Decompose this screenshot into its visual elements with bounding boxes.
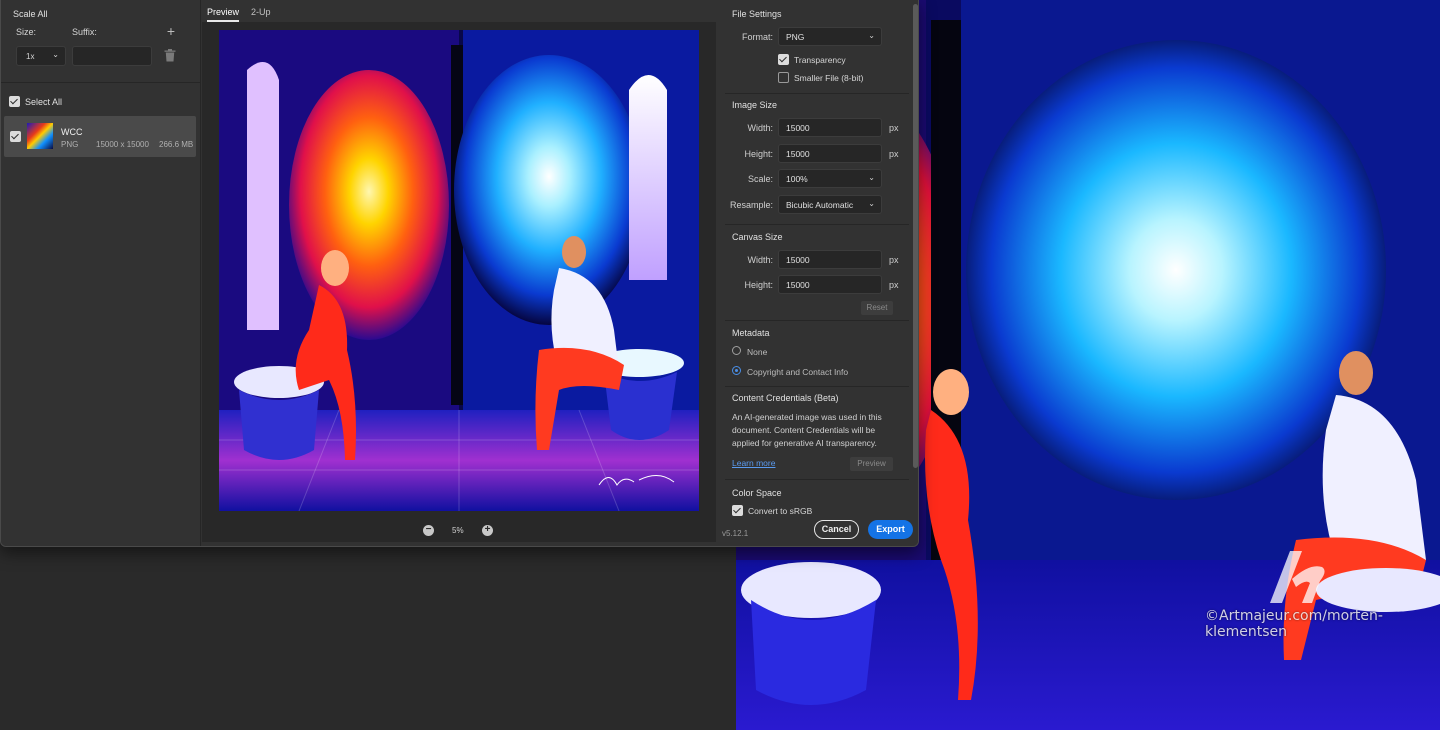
preview-artwork <box>219 30 699 511</box>
canvas-height-input[interactable]: 15000 <box>778 275 882 294</box>
zoom-in-icon[interactable]: + <box>482 525 493 536</box>
suffix-input[interactable] <box>72 46 152 66</box>
suffix-label: Suffix: <box>72 27 97 37</box>
add-scale-icon[interactable]: + <box>164 23 178 39</box>
divider <box>725 386 909 387</box>
scale-select[interactable]: 100% ⌄ <box>778 169 882 188</box>
divider <box>725 479 909 480</box>
learn-more-link[interactable]: Learn more <box>732 458 775 468</box>
select-all-label: Select All <box>25 97 63 107</box>
image-width-label: Width: <box>747 123 773 133</box>
convert-srgb-label: Convert to sRGB <box>748 506 813 516</box>
image-height-unit: px <box>889 149 899 159</box>
artmajeur-logo-icon <box>1270 551 1325 603</box>
resample-select-value: Bicubic Automatic <box>786 200 854 210</box>
export-as-dialog: Scale All Size: Suffix: + 1x ⌄ Select Al… <box>0 0 919 547</box>
export-button[interactable]: Export <box>868 520 913 539</box>
watermark-text: ©Artmajeur.com/morten-klementsen <box>1205 608 1383 640</box>
scale-panel: Scale All Size: Suffix: + 1x ⌄ Select Al… <box>1 0 201 546</box>
canvas-width-unit: px <box>889 255 899 265</box>
settings-scrollbar[interactable] <box>913 4 918 468</box>
content-credentials-text: An AI-generated image was used in this d… <box>732 412 882 448</box>
asset-name: WCC <box>61 127 83 137</box>
size-select-value: 1x <box>26 52 35 61</box>
scale-all-title: Scale All <box>13 9 48 19</box>
version-label: v5.12.1 <box>722 529 749 538</box>
trash-icon[interactable] <box>164 49 176 62</box>
select-all-checkbox[interactable] <box>9 96 20 107</box>
chevron-down-icon: ⌄ <box>52 50 59 59</box>
metadata-none-label: None <box>747 347 768 357</box>
divider <box>725 224 909 225</box>
preview-canvas[interactable] <box>202 22 716 542</box>
image-width-unit: px <box>889 123 899 133</box>
metadata-title: Metadata <box>732 328 770 338</box>
image-height-label: Height: <box>744 149 773 159</box>
divider <box>725 93 909 94</box>
canvas-height-label: Height: <box>744 280 773 290</box>
credentials-preview-button[interactable]: Preview <box>850 457 893 471</box>
size-label: Size: <box>16 27 37 37</box>
asset-checkbox[interactable] <box>10 131 21 142</box>
zoom-level: 5% <box>452 526 464 535</box>
format-label: Format: <box>741 32 773 42</box>
asset-format: PNG <box>61 140 79 149</box>
chevron-down-icon: ⌄ <box>868 173 875 182</box>
image-width-input[interactable]: 15000 <box>778 118 882 137</box>
content-credentials-title: Content Credentials (Beta) <box>732 393 839 403</box>
format-select[interactable]: PNG ⌄ <box>778 27 882 46</box>
resample-select[interactable]: Bicubic Automatic ⌄ <box>778 195 882 214</box>
preview-image <box>219 30 699 511</box>
tab-2-up[interactable]: 2-Up <box>251 7 271 17</box>
metadata-none-radio[interactable] <box>732 346 741 355</box>
asset-thumbnail <box>27 123 53 149</box>
image-height-input[interactable]: 15000 <box>778 144 882 163</box>
divider <box>1 82 200 83</box>
size-select[interactable]: 1x ⌄ <box>16 46 66 66</box>
smaller-file-label: Smaller File (8-bit) <box>794 73 864 83</box>
smaller-file-checkbox[interactable] <box>778 72 789 83</box>
asset-file-size: 266.6 MB <box>159 140 194 149</box>
metadata-copyright-label: Copyright and Contact Info <box>747 367 849 377</box>
canvas-width-input[interactable]: 15000 <box>778 250 882 269</box>
chevron-down-icon: ⌄ <box>868 31 875 40</box>
transparency-checkbox[interactable] <box>778 54 789 65</box>
canvas-height-unit: px <box>889 280 899 290</box>
metadata-copyright-radio[interactable] <box>732 366 741 375</box>
asset-dimensions: 15000 x 15000 <box>96 140 149 149</box>
file-settings-title: File Settings <box>732 9 782 19</box>
tab-preview[interactable]: Preview <box>207 7 240 22</box>
reset-button[interactable]: Reset <box>861 301 893 315</box>
convert-srgb-checkbox[interactable] <box>732 505 743 516</box>
zoom-out-icon[interactable]: − <box>423 525 434 536</box>
chevron-down-icon: ⌄ <box>868 199 875 208</box>
image-size-title: Image Size <box>732 100 778 110</box>
scale-select-value: 100% <box>786 174 808 184</box>
canvas-width-label: Width: <box>747 255 773 265</box>
color-space-title: Color Space <box>732 488 782 498</box>
resample-label: Resample: <box>729 200 773 210</box>
preview-panel: Preview 2-Up − 5% + <box>202 0 720 546</box>
settings-panel: File Settings Format: PNG ⌄ Transparency… <box>721 0 918 546</box>
canvas-size-title: Canvas Size <box>732 232 783 242</box>
cancel-button[interactable]: Cancel <box>814 520 859 539</box>
format-select-value: PNG <box>786 32 805 42</box>
transparency-label: Transparency <box>794 55 846 65</box>
divider <box>725 320 909 321</box>
scale-label: Scale: <box>747 174 773 184</box>
asset-list-item[interactable]: WCC PNG 15000 x 15000 266.6 MB <box>4 116 196 157</box>
